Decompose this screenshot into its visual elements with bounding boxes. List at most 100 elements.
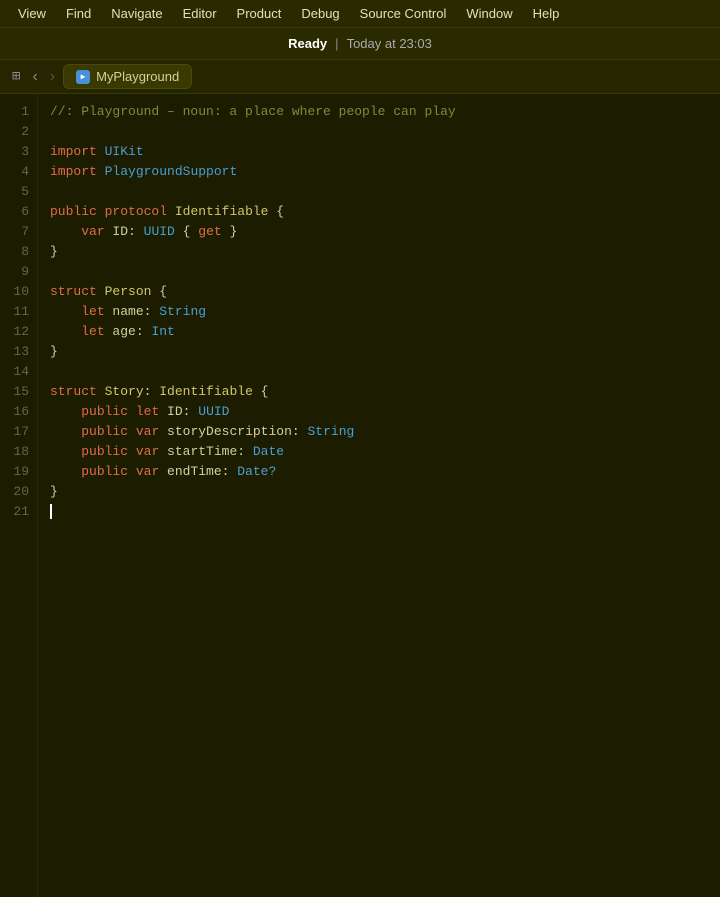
token: } — [50, 484, 58, 499]
token — [97, 164, 105, 179]
forward-button[interactable]: › — [46, 66, 59, 88]
text-cursor — [50, 504, 52, 519]
line-numbers: 123456789101112131415161718192021 — [0, 94, 38, 897]
token — [97, 384, 105, 399]
titlebar: Ready | Today at 23:03 — [0, 28, 720, 60]
token: public — [81, 424, 128, 439]
line-number-8: 8 — [0, 242, 37, 262]
token — [128, 404, 136, 419]
line-number-17: 17 — [0, 422, 37, 442]
line-number-6: 6 — [0, 202, 37, 222]
token: UUID — [144, 224, 175, 239]
playground-icon: ▶ — [76, 70, 90, 84]
code-line-5 — [50, 182, 720, 202]
line-number-4: 4 — [0, 162, 37, 182]
token: struct — [50, 384, 97, 399]
token: } — [50, 344, 66, 359]
token: { — [253, 384, 269, 399]
code-line-6: public protocol Identifiable { — [50, 202, 720, 222]
code-line-2 — [50, 122, 720, 142]
code-line-8: } — [50, 242, 720, 262]
token: Identifiable — [159, 384, 253, 399]
token: Date? — [237, 464, 276, 479]
token: startTime: — [159, 444, 253, 459]
code-line-10: struct Person { — [50, 282, 720, 302]
code-line-19: public var endTime: Date? — [50, 462, 720, 482]
menu-item-view[interactable]: View — [8, 4, 56, 23]
line-number-15: 15 — [0, 382, 37, 402]
code-line-1: //: Playground – noun: a place where peo… — [50, 102, 720, 122]
code-line-13: } — [50, 342, 720, 362]
token: name: — [105, 304, 160, 319]
token: storyDescription: — [159, 424, 307, 439]
menu-item-product[interactable]: Product — [227, 4, 292, 23]
token: ID: — [105, 224, 144, 239]
line-number-14: 14 — [0, 362, 37, 382]
menu-item-debug[interactable]: Debug — [291, 4, 349, 23]
token: UIKit — [105, 144, 144, 159]
line-number-2: 2 — [0, 122, 37, 142]
token — [50, 224, 81, 239]
code-line-12: let age: Int — [50, 322, 720, 342]
tab-label: MyPlayground — [96, 69, 179, 84]
token: import — [50, 144, 97, 159]
code-line-20: } — [50, 482, 720, 502]
grid-icon[interactable]: ⊞ — [8, 64, 24, 89]
line-number-18: 18 — [0, 442, 37, 462]
token — [50, 424, 81, 439]
menu-item-editor[interactable]: Editor — [173, 4, 227, 23]
menu-item-navigate[interactable]: Navigate — [101, 4, 172, 23]
code-area[interactable]: //: Playground – noun: a place where peo… — [38, 94, 720, 897]
code-line-16: public let ID: UUID — [50, 402, 720, 422]
menu-item-find[interactable]: Find — [56, 4, 101, 23]
token — [128, 464, 136, 479]
token: public — [81, 444, 128, 459]
token — [128, 424, 136, 439]
code-line-11: let name: String — [50, 302, 720, 322]
token: { — [151, 284, 167, 299]
token: var — [136, 444, 159, 459]
menu-item-source-control[interactable]: Source Control — [350, 4, 457, 23]
status-time: Today at 23:03 — [347, 36, 432, 51]
token — [128, 444, 136, 459]
line-number-1: 1 — [0, 102, 37, 122]
token: let — [136, 404, 159, 419]
line-number-3: 3 — [0, 142, 37, 162]
token: endTime: — [159, 464, 237, 479]
menu-item-help[interactable]: Help — [523, 4, 570, 23]
token: Person — [105, 284, 152, 299]
code-line-15: struct Story: Identifiable { — [50, 382, 720, 402]
token: Int — [151, 324, 174, 339]
line-number-5: 5 — [0, 182, 37, 202]
line-number-21: 21 — [0, 502, 37, 522]
tabbar: ⊞ ‹ › ▶ MyPlayground — [0, 60, 720, 94]
status-divider: | — [335, 36, 338, 51]
code-line-18: public var startTime: Date — [50, 442, 720, 462]
token — [50, 404, 81, 419]
back-button[interactable]: ‹ — [28, 66, 41, 88]
token: public — [50, 204, 97, 219]
token: import — [50, 164, 97, 179]
token: UUID — [198, 404, 229, 419]
token: PlaygroundSupport — [105, 164, 238, 179]
token: get — [198, 224, 221, 239]
token: public — [81, 464, 128, 479]
line-number-13: 13 — [0, 342, 37, 362]
line-number-20: 20 — [0, 482, 37, 502]
line-number-16: 16 — [0, 402, 37, 422]
token: { — [268, 204, 284, 219]
token — [97, 144, 105, 159]
editor[interactable]: 123456789101112131415161718192021 //: Pl… — [0, 94, 720, 897]
line-number-11: 11 — [0, 302, 37, 322]
token: public — [81, 404, 128, 419]
menu-item-window[interactable]: Window — [456, 4, 522, 23]
titlebar-status-group: Ready | Today at 23:03 — [288, 36, 432, 51]
token: Identifiable — [175, 204, 269, 219]
token: } — [50, 244, 58, 259]
token: Story — [105, 384, 144, 399]
token: var — [136, 464, 159, 479]
code-line-3: import UIKit — [50, 142, 720, 162]
tab-myplayground[interactable]: ▶ MyPlayground — [63, 64, 192, 89]
token — [50, 304, 81, 319]
code-line-7: var ID: UUID { get } — [50, 222, 720, 242]
